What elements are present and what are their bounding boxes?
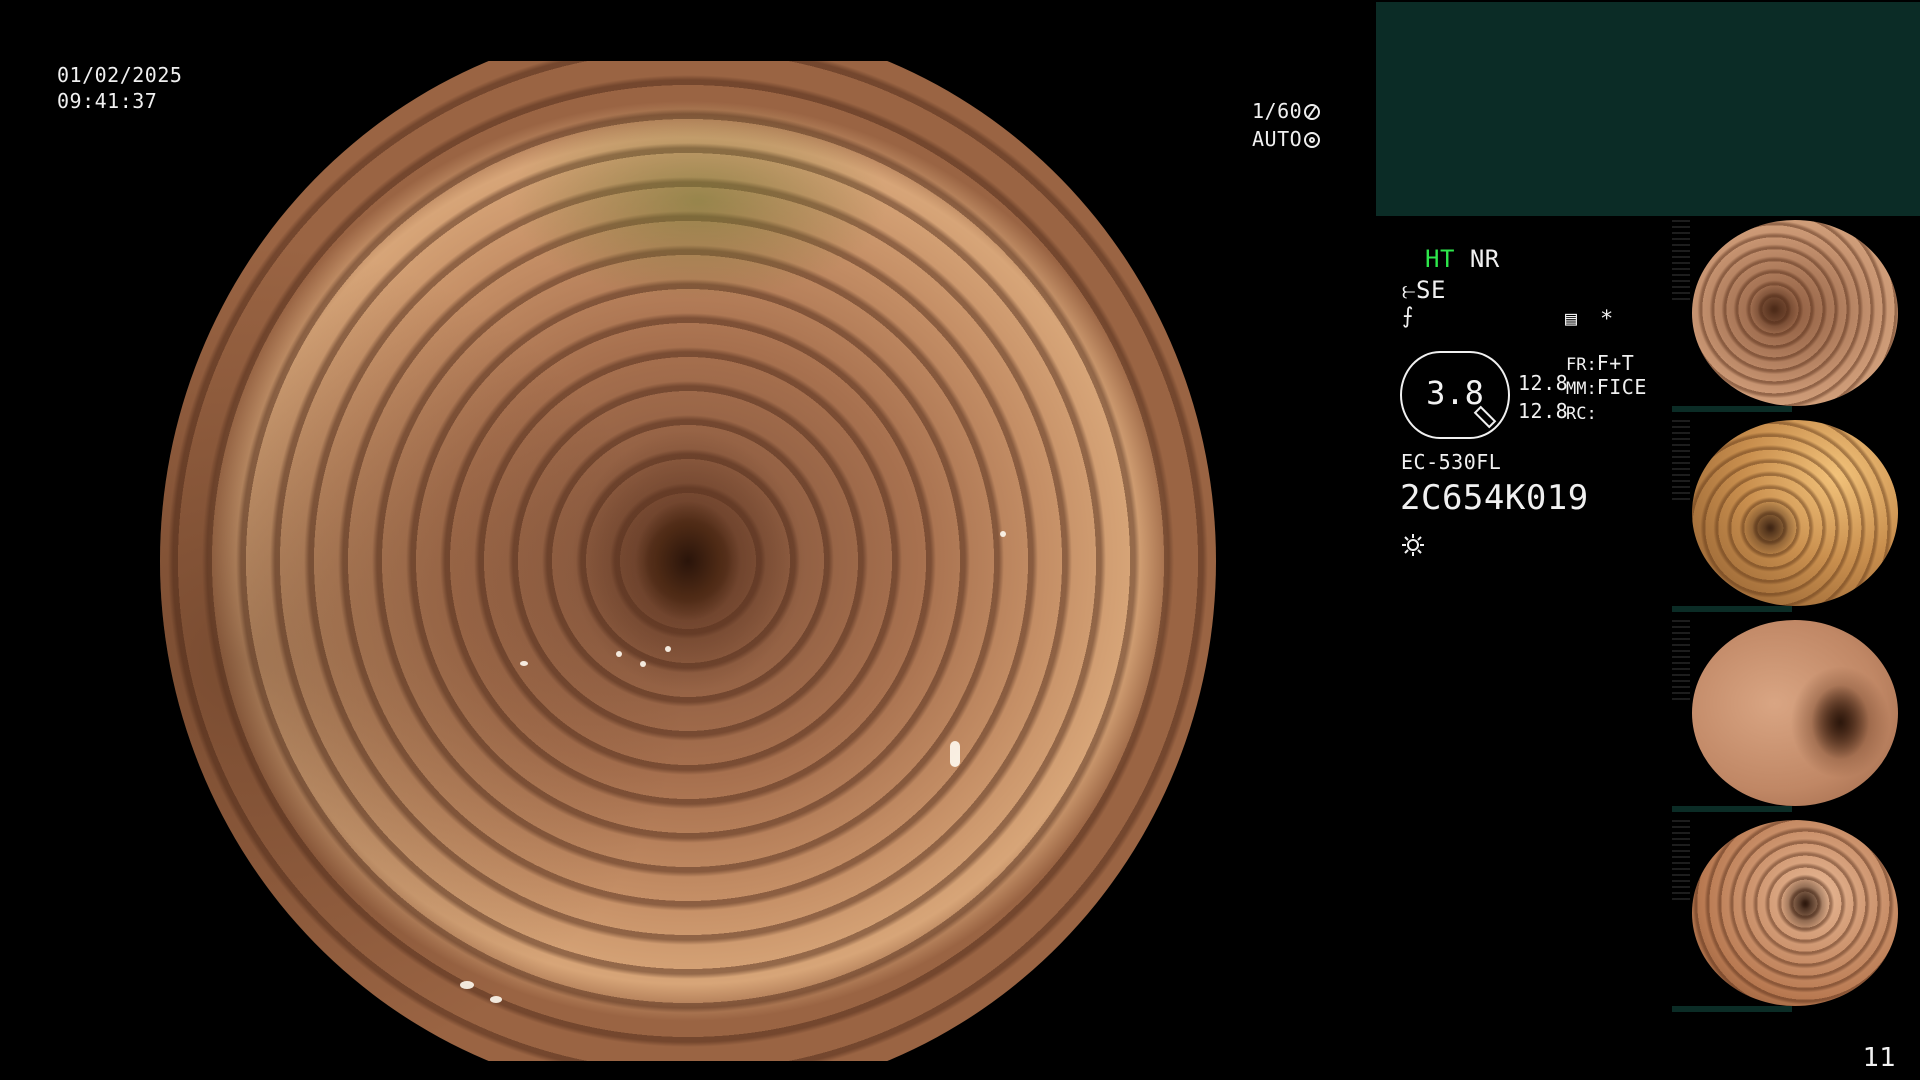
capture-thumbnail-strip xyxy=(1670,218,1920,1018)
thumbnail-meta xyxy=(1672,620,1690,700)
iris-readout: AUTO xyxy=(1252,127,1321,151)
thumbnail-bar xyxy=(1672,806,1792,812)
fr-row: FR:F+T xyxy=(1566,351,1634,377)
ht-indicator: HT xyxy=(1425,245,1455,273)
thumbnail-meta xyxy=(1672,420,1690,500)
light-glint xyxy=(520,661,528,666)
endoscope-main-view xyxy=(160,61,1216,1061)
thumbnail-4[interactable] xyxy=(1692,820,1898,1006)
mucosa-shade xyxy=(160,61,1216,1061)
thumbnail-bar xyxy=(1672,606,1792,612)
mm-key: MM: xyxy=(1566,379,1597,399)
fr-key: FR: xyxy=(1566,355,1597,375)
light-source-icon xyxy=(1402,534,1424,556)
page-number: 11 xyxy=(1862,1043,1896,1073)
asterisk-mark: * xyxy=(1600,307,1614,332)
thumbnail-meta xyxy=(1672,820,1690,900)
thumbnail-2[interactable] xyxy=(1692,420,1898,606)
structure-enhance-icon: ⥼ xyxy=(1402,276,1417,304)
shutter-icon xyxy=(1304,104,1321,120)
scope-serial: 2C654K019 xyxy=(1400,478,1589,518)
color-mode-icon: ⨍ xyxy=(1402,304,1414,329)
se-indicator: SE xyxy=(1416,276,1446,304)
light-glint xyxy=(665,646,671,652)
scope-model: EC-530FL xyxy=(1401,450,1502,474)
gauge-line-1: 12.8 xyxy=(1518,371,1569,395)
light-glint xyxy=(950,741,960,767)
processing-status: HT NR xyxy=(1425,245,1500,273)
nr-indicator: NR xyxy=(1469,245,1500,273)
iris-icon xyxy=(1304,132,1321,148)
light-glint xyxy=(640,661,646,667)
light-glint xyxy=(616,651,622,657)
gauge-line-2: 12.8 xyxy=(1518,399,1569,423)
thumbnail-bar xyxy=(1672,1006,1792,1012)
mm-value: FICE xyxy=(1596,375,1647,399)
date-readout: 01/02/2025 xyxy=(57,63,183,87)
fr-value: F+T xyxy=(1596,351,1635,375)
thumbnail-3[interactable] xyxy=(1692,620,1898,806)
shutter-readout: 1/60 xyxy=(1252,99,1321,123)
thumbnail-bar xyxy=(1672,406,1792,412)
thumbnail-meta xyxy=(1672,220,1690,300)
thumbnail-1[interactable] xyxy=(1692,220,1898,406)
info-panel-box xyxy=(1376,2,1920,216)
se-row: ⥼SE xyxy=(1402,276,1446,304)
light-glint xyxy=(460,981,474,989)
light-glint xyxy=(490,996,502,1003)
shutter-value: 1/60 xyxy=(1252,99,1303,123)
light-glint xyxy=(1000,531,1006,537)
iris-value: AUTO xyxy=(1252,127,1303,151)
monitor-icon: ▤ xyxy=(1565,306,1578,330)
time-readout: 09:41:37 xyxy=(57,89,158,113)
rc-row: RC: xyxy=(1566,400,1597,426)
magnification-value: 3.8 xyxy=(1426,374,1484,412)
mm-row: MM:FICE xyxy=(1566,375,1647,401)
rc-key: RC: xyxy=(1566,404,1597,424)
